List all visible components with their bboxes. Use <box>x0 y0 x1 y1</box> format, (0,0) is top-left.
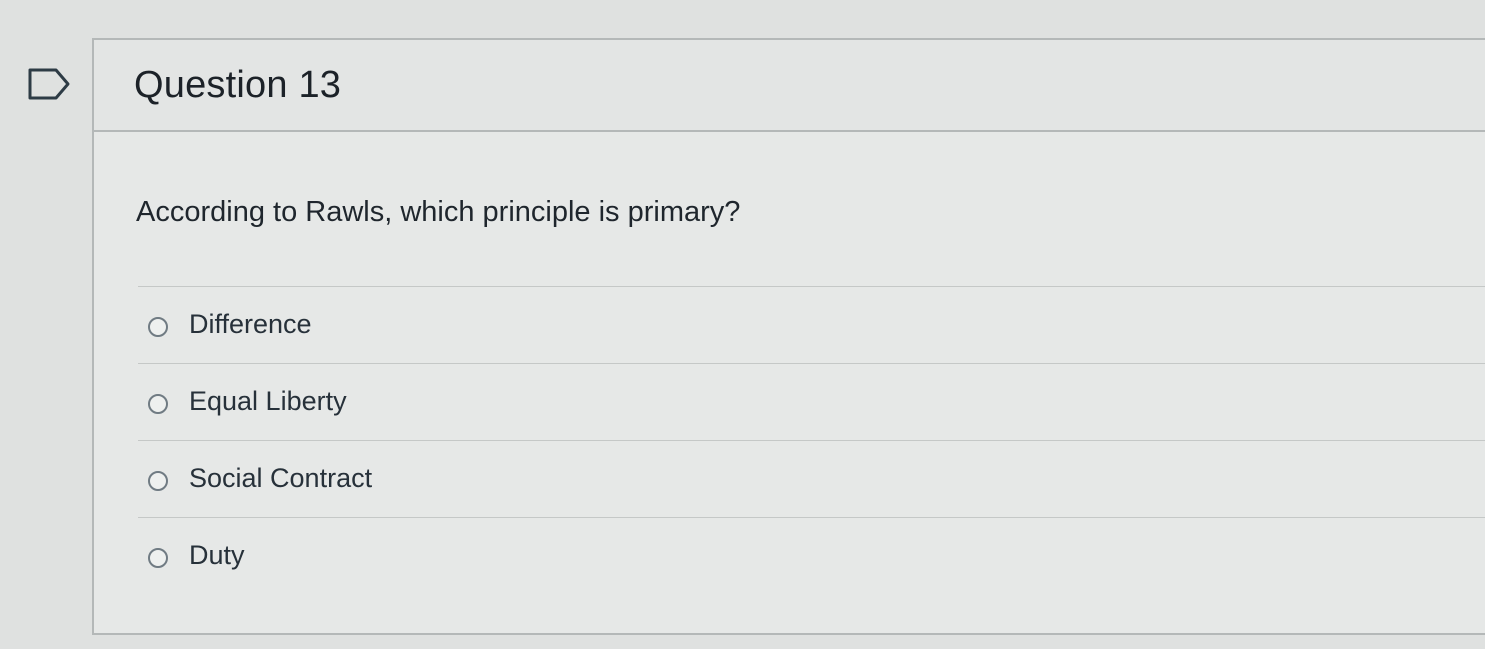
question-title: Question 13 <box>134 64 342 106</box>
question-header: Question 13 <box>94 40 1485 132</box>
flag-question-icon[interactable] <box>28 66 72 102</box>
answer-list: Difference Equal Liberty Social Contract… <box>138 286 1485 594</box>
answer-option-equal-liberty[interactable]: Equal Liberty <box>138 363 1485 440</box>
radio-button-icon[interactable] <box>148 471 168 491</box>
answer-label[interactable]: Social Contract <box>189 463 372 494</box>
answer-option-social-contract[interactable]: Social Contract <box>138 440 1485 517</box>
radio-button-icon[interactable] <box>148 317 168 337</box>
question-card: Question 13 According to Rawls, which pr… <box>92 38 1485 635</box>
answer-option-duty[interactable]: Duty <box>138 517 1485 594</box>
radio-button-icon[interactable] <box>148 548 168 568</box>
answer-option-difference[interactable]: Difference <box>138 286 1485 363</box>
radio-button-icon[interactable] <box>148 394 168 414</box>
answer-label[interactable]: Difference <box>189 309 312 340</box>
answer-label[interactable]: Duty <box>189 540 245 571</box>
answer-label[interactable]: Equal Liberty <box>189 386 347 417</box>
question-text: According to Rawls, which principle is p… <box>136 196 741 228</box>
